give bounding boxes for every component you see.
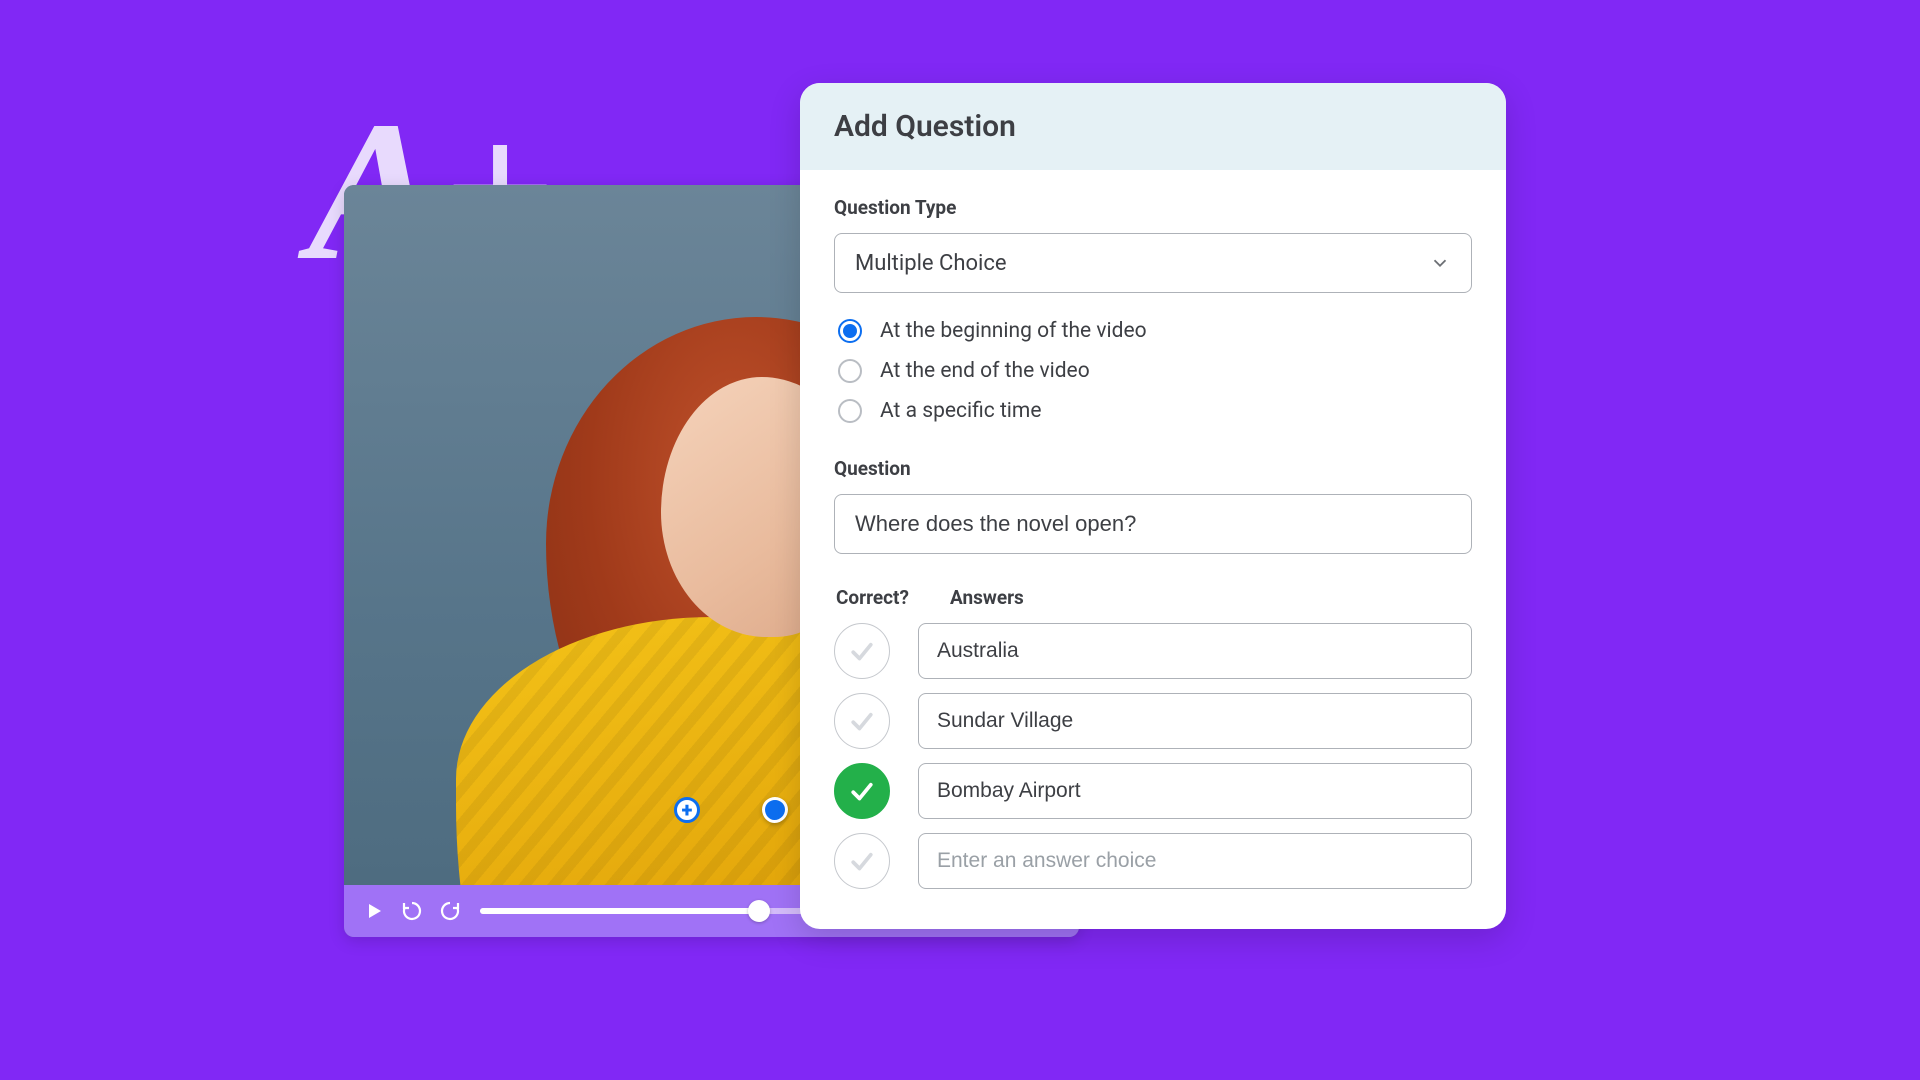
play-icon[interactable]: [362, 899, 386, 923]
question-input[interactable]: [834, 494, 1472, 554]
mark-correct-button[interactable]: [834, 763, 890, 819]
question-type-value: Multiple Choice: [855, 251, 1007, 276]
progress-fill: [480, 908, 759, 914]
placement-radio-group: At the beginning of the video At the end…: [834, 307, 1472, 433]
radio-icon: [838, 359, 862, 383]
radio-icon: [838, 399, 862, 423]
answer-input[interactable]: [918, 693, 1472, 749]
placement-option-beginning[interactable]: At the beginning of the video: [838, 319, 1468, 343]
mark-correct-button[interactable]: [834, 833, 890, 889]
answer-input-empty[interactable]: [918, 833, 1472, 889]
placement-option-label: At a specific time: [880, 399, 1041, 423]
answer-row: [834, 833, 1472, 889]
placement-option-label: At the end of the video: [880, 359, 1090, 383]
mark-correct-button[interactable]: [834, 623, 890, 679]
radio-icon: [838, 319, 862, 343]
check-icon: [847, 776, 877, 806]
progress-knob[interactable]: [748, 900, 770, 922]
mark-correct-button[interactable]: [834, 693, 890, 749]
check-icon: [847, 706, 877, 736]
placement-option-label: At the beginning of the video: [880, 319, 1147, 343]
card-title: Add Question: [834, 109, 1472, 144]
forward-icon[interactable]: [438, 899, 462, 923]
question-type-label: Question Type: [834, 196, 1472, 219]
placement-option-specific-time[interactable]: At a specific time: [838, 399, 1468, 423]
answer-input[interactable]: [918, 623, 1472, 679]
add-marker-icon[interactable]: +: [674, 797, 700, 823]
answer-row: [834, 623, 1472, 679]
answers-header: Answers: [950, 586, 1024, 609]
add-question-card: Add Question Question Type Multiple Choi…: [800, 83, 1506, 929]
question-type-select[interactable]: Multiple Choice: [834, 233, 1472, 293]
answer-row: [834, 763, 1472, 819]
answer-input[interactable]: [918, 763, 1472, 819]
chevron-down-icon: [1429, 252, 1451, 274]
answer-row: [834, 693, 1472, 749]
check-icon: [847, 846, 877, 876]
check-icon: [847, 636, 877, 666]
correct-header: Correct?: [836, 586, 922, 609]
rewind-icon[interactable]: [400, 899, 424, 923]
card-header: Add Question: [800, 83, 1506, 170]
question-label: Question: [834, 457, 1472, 480]
placement-option-end[interactable]: At the end of the video: [838, 359, 1468, 383]
